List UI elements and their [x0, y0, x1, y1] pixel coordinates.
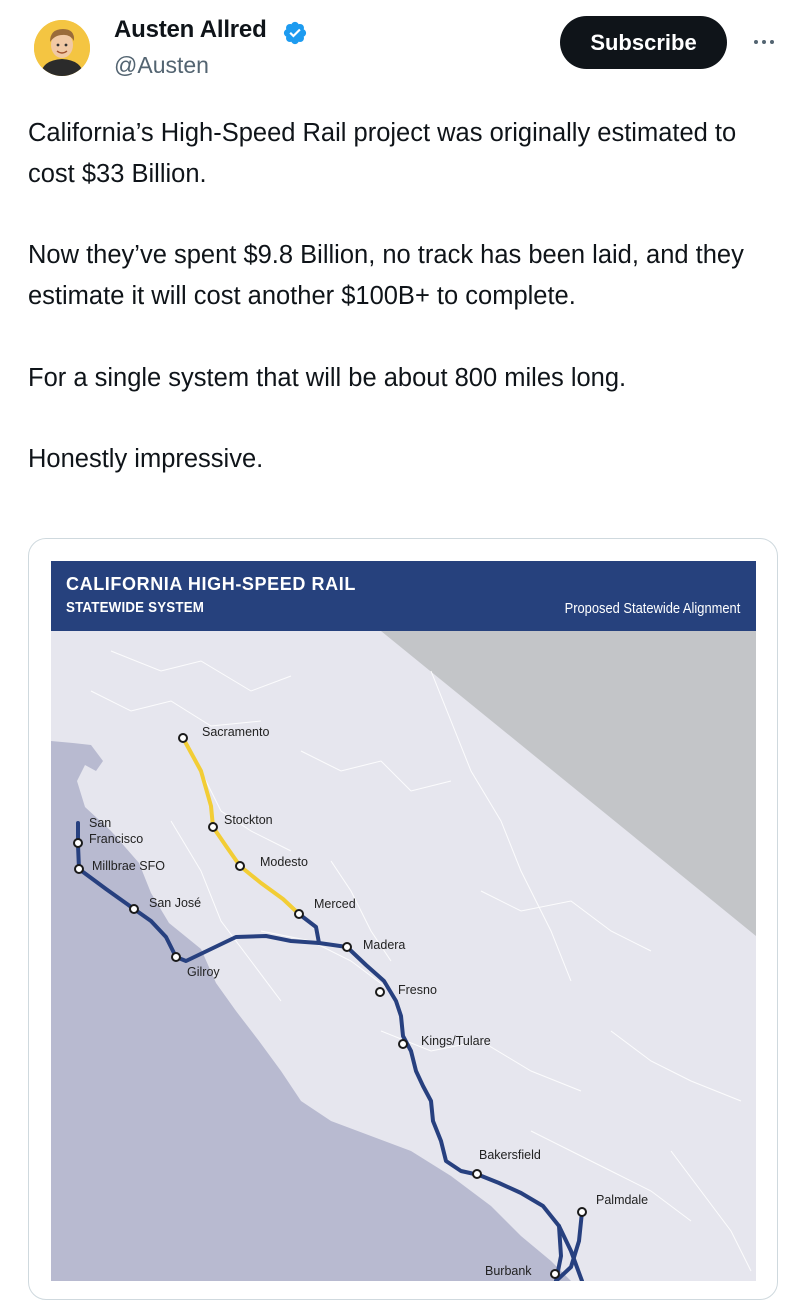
display-name[interactable]: Austen Allred: [114, 16, 267, 44]
more-horizontal-icon[interactable]: [748, 26, 780, 58]
tweet-header: Austen Allred @Austen Subscribe: [0, 0, 805, 100]
media-card[interactable]: CALIFORNIA HIGH-SPEED RAIL STATEWIDE SYS…: [28, 538, 778, 1300]
avatar-icon[interactable]: [34, 20, 90, 76]
rail-map-image[interactable]: CALIFORNIA HIGH-SPEED RAIL STATEWIDE SYS…: [51, 561, 756, 1281]
tweet-paragraph: For a single system that will be about 8…: [28, 363, 627, 392]
tweet-text: California’s High-Speed Rail project was…: [28, 113, 768, 480]
verified-badge-icon: [283, 21, 307, 45]
subscribe-button[interactable]: Subscribe: [560, 16, 727, 69]
tweet-paragraph: Honestly impressive.: [28, 445, 264, 474]
station-burbank: [550, 1269, 560, 1279]
label-burbank: Burbank: [485, 1264, 532, 1278]
handle[interactable]: @Austen: [114, 52, 209, 79]
tweet-paragraph: California’s High-Speed Rail project was…: [28, 119, 737, 188]
tweet-paragraph: Now they’ve spent $9.8 Billion, no track…: [28, 241, 744, 311]
map-lower-overlay: Burbank: [485, 1207, 587, 1281]
